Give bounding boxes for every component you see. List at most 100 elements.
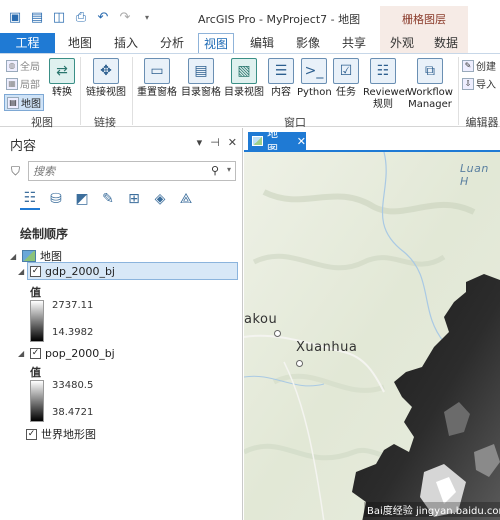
new-project-icon[interactable]: ▣ — [6, 8, 24, 26]
terrain-basemap — [244, 152, 500, 520]
editing-icon[interactable]: ✎ — [98, 188, 118, 210]
group-separator — [132, 57, 133, 125]
window-title: ArcGIS Pro - MyProject7 - 地图 — [198, 13, 361, 26]
python-button[interactable]: >_ Python — [297, 58, 332, 99]
data-source-icon[interactable]: ⛁ — [46, 188, 66, 210]
layer-name: pop_2000_bj — [45, 347, 115, 360]
layer-gdp[interactable]: ◢ ✓ gdp_2000_bj — [18, 265, 115, 278]
tab-appearance[interactable]: 外观 — [380, 33, 424, 53]
watermark: Bai度经验 jingyan.baidu.com — [364, 502, 500, 517]
map-label-luan: Luan H — [460, 162, 489, 188]
chevron-down-icon[interactable]: ▾ — [227, 165, 231, 174]
pin-icon[interactable]: ⊣ — [210, 136, 220, 149]
legend-title: 值 — [30, 366, 41, 379]
selection-icon[interactable]: ◩ — [72, 188, 92, 210]
tasks-icon: ☑ — [333, 58, 359, 84]
title-bar: ▣ ▤ ◫ ⎙ ↶ ↷ ▾ ArcGIS Pro - MyProject7 - … — [0, 0, 500, 33]
local-view-button[interactable]: ▦ 局部 — [6, 76, 40, 91]
pane-menu-icon[interactable]: ▾ — [197, 136, 203, 149]
workflow-manager-icon: ⧉ — [417, 58, 443, 84]
reset-panes-icon: ▭ — [144, 58, 170, 84]
map-icon: ▤ — [7, 96, 19, 109]
tab-view[interactable]: 视图 — [198, 33, 234, 53]
tab-project[interactable]: 工程 — [0, 33, 55, 53]
catalog-view-button[interactable]: ▧ 目录视图 — [223, 58, 265, 99]
reset-panes-button[interactable]: ▭ 重置窗格 — [136, 58, 178, 99]
collapse-caret-icon[interactable]: ◢ — [18, 349, 26, 358]
customize-dropdown-icon[interactable]: ▾ — [138, 8, 156, 26]
reviewer-rules-button[interactable]: ☷ Reviewer 规则 — [362, 58, 409, 111]
snapping-icon[interactable]: ⊞ — [124, 188, 144, 210]
map-view-tab[interactable]: 地图 ✕ — [248, 127, 306, 156]
layer-visibility-checkbox[interactable]: ✓ — [26, 428, 37, 440]
map-view: 地图 ✕ Luan H akou Xuanhua Bai度经验 jingyan.… — [244, 127, 500, 520]
perspective-icon[interactable]: ⟁ — [176, 188, 196, 210]
workflow-manager-button[interactable]: ⧉ Workflow Manager — [405, 58, 455, 111]
undo-icon[interactable]: ↶ — [94, 8, 112, 26]
legend-title: 值 — [30, 286, 41, 299]
layer-visibility-checkbox[interactable]: ✓ — [30, 348, 41, 359]
city-marker — [274, 330, 281, 337]
drawing-order-icon[interactable]: ☷ — [20, 188, 40, 210]
reviewer-rules-icon: ☷ — [370, 58, 396, 84]
contents-pane: 内容 ▾ ⊣ ✕ ⛉ ⚲ ▾ ☷ ⛁ ◩ ✎ ⊞ ◈ ⟁ 绘制顺序 ◢ 地图 ◢… — [0, 128, 243, 520]
redo-icon[interactable]: ↷ — [116, 8, 134, 26]
tab-analysis[interactable]: 分析 — [154, 33, 190, 53]
map-view-button[interactable]: ▤ 地图 — [4, 94, 44, 111]
catalog-view-icon: ▧ — [231, 58, 257, 84]
tab-data[interactable]: 数据 — [424, 33, 468, 53]
search-box: ⚲ ▾ — [28, 161, 236, 181]
contents-icon: ☰ — [268, 58, 294, 84]
link-views-icon: ✥ — [93, 58, 119, 84]
tab-map[interactable]: 地图 — [62, 33, 98, 53]
convert-icon: ⇄ — [49, 58, 75, 84]
import-icon: ⇩ — [462, 77, 474, 90]
collapse-caret-icon[interactable]: ◢ — [10, 252, 18, 261]
create-button[interactable]: ✎ 创建 — [462, 58, 496, 73]
group-separator — [458, 57, 459, 125]
quick-access-toolbar: ▣ ▤ ◫ ⎙ ↶ ↷ ▾ — [6, 8, 156, 26]
contents-button[interactable]: ☰ 内容 — [266, 58, 296, 99]
import-button[interactable]: ⇩ 导入 — [462, 76, 496, 91]
tab-imagery[interactable]: 影像 — [290, 33, 326, 53]
convert-button[interactable]: ⇄ 转换 — [48, 58, 76, 99]
close-icon[interactable]: ✕ — [297, 135, 306, 148]
context-tab-header: 栅格图层 — [380, 6, 468, 33]
local-scene-icon: ▦ — [6, 77, 18, 90]
collapse-caret-icon[interactable]: ◢ — [18, 267, 26, 276]
globe-icon: ◍ — [6, 59, 18, 72]
map-canvas[interactable]: Luan H akou Xuanhua Bai度经验 jingyan.baidu… — [244, 150, 500, 520]
legend-high-value: 33480.5 — [52, 380, 94, 391]
tab-share[interactable]: 共享 — [336, 33, 372, 53]
map-label-zhangjiakou: akou — [244, 312, 278, 327]
search-icon[interactable]: ⚲ — [211, 164, 219, 177]
tab-edit[interactable]: 编辑 — [244, 33, 280, 53]
layer-pop[interactable]: ◢ ✓ pop_2000_bj — [18, 347, 115, 360]
ribbon: ◍ 全局 ▦ 局部 ▤ 地图 ⇄ 转换 视图 ✥ 链接视图 链接 ▭ 重置窗格 ▤ 目… — [0, 53, 500, 129]
legend-high-value: 2737.11 — [52, 300, 94, 311]
global-view-button[interactable]: ◍ 全局 — [6, 58, 40, 73]
search-input[interactable] — [29, 162, 199, 180]
python-icon: >_ — [301, 58, 327, 84]
legend-low-value: 38.4721 — [52, 407, 94, 418]
legend-color-ramp — [30, 380, 44, 422]
layer-name: gdp_2000_bj — [45, 265, 115, 278]
contents-toolbar: ☷ ⛁ ◩ ✎ ⊞ ◈ ⟁ — [20, 188, 196, 210]
layer-basemap[interactable]: ✓ 世界地形图 — [26, 426, 96, 442]
map-icon — [252, 136, 263, 146]
tasks-button[interactable]: ☑ 任务 — [332, 58, 360, 99]
legend-low-value: 14.3982 — [52, 327, 94, 338]
labeling-icon[interactable]: ◈ — [150, 188, 170, 210]
layer-visibility-checkbox[interactable]: ✓ — [30, 266, 41, 277]
close-icon[interactable]: ✕ — [228, 136, 237, 149]
open-folder-icon[interactable]: ▤ — [28, 8, 46, 26]
save-icon[interactable]: ◫ — [50, 8, 68, 26]
draw-order-heading: 绘制顺序 — [20, 227, 69, 241]
tab-insert[interactable]: 插入 — [108, 33, 144, 53]
print-icon[interactable]: ⎙ — [72, 8, 90, 26]
link-views-button[interactable]: ✥ 链接视图 — [84, 58, 128, 99]
pane-header: 内容 ▾ ⊣ ✕ — [0, 132, 243, 154]
filter-icon[interactable]: ⛉ — [11, 164, 20, 179]
catalog-pane-button[interactable]: ▤ 目录窗格 — [180, 58, 222, 99]
pane-controls: ▾ ⊣ ✕ — [197, 136, 237, 149]
